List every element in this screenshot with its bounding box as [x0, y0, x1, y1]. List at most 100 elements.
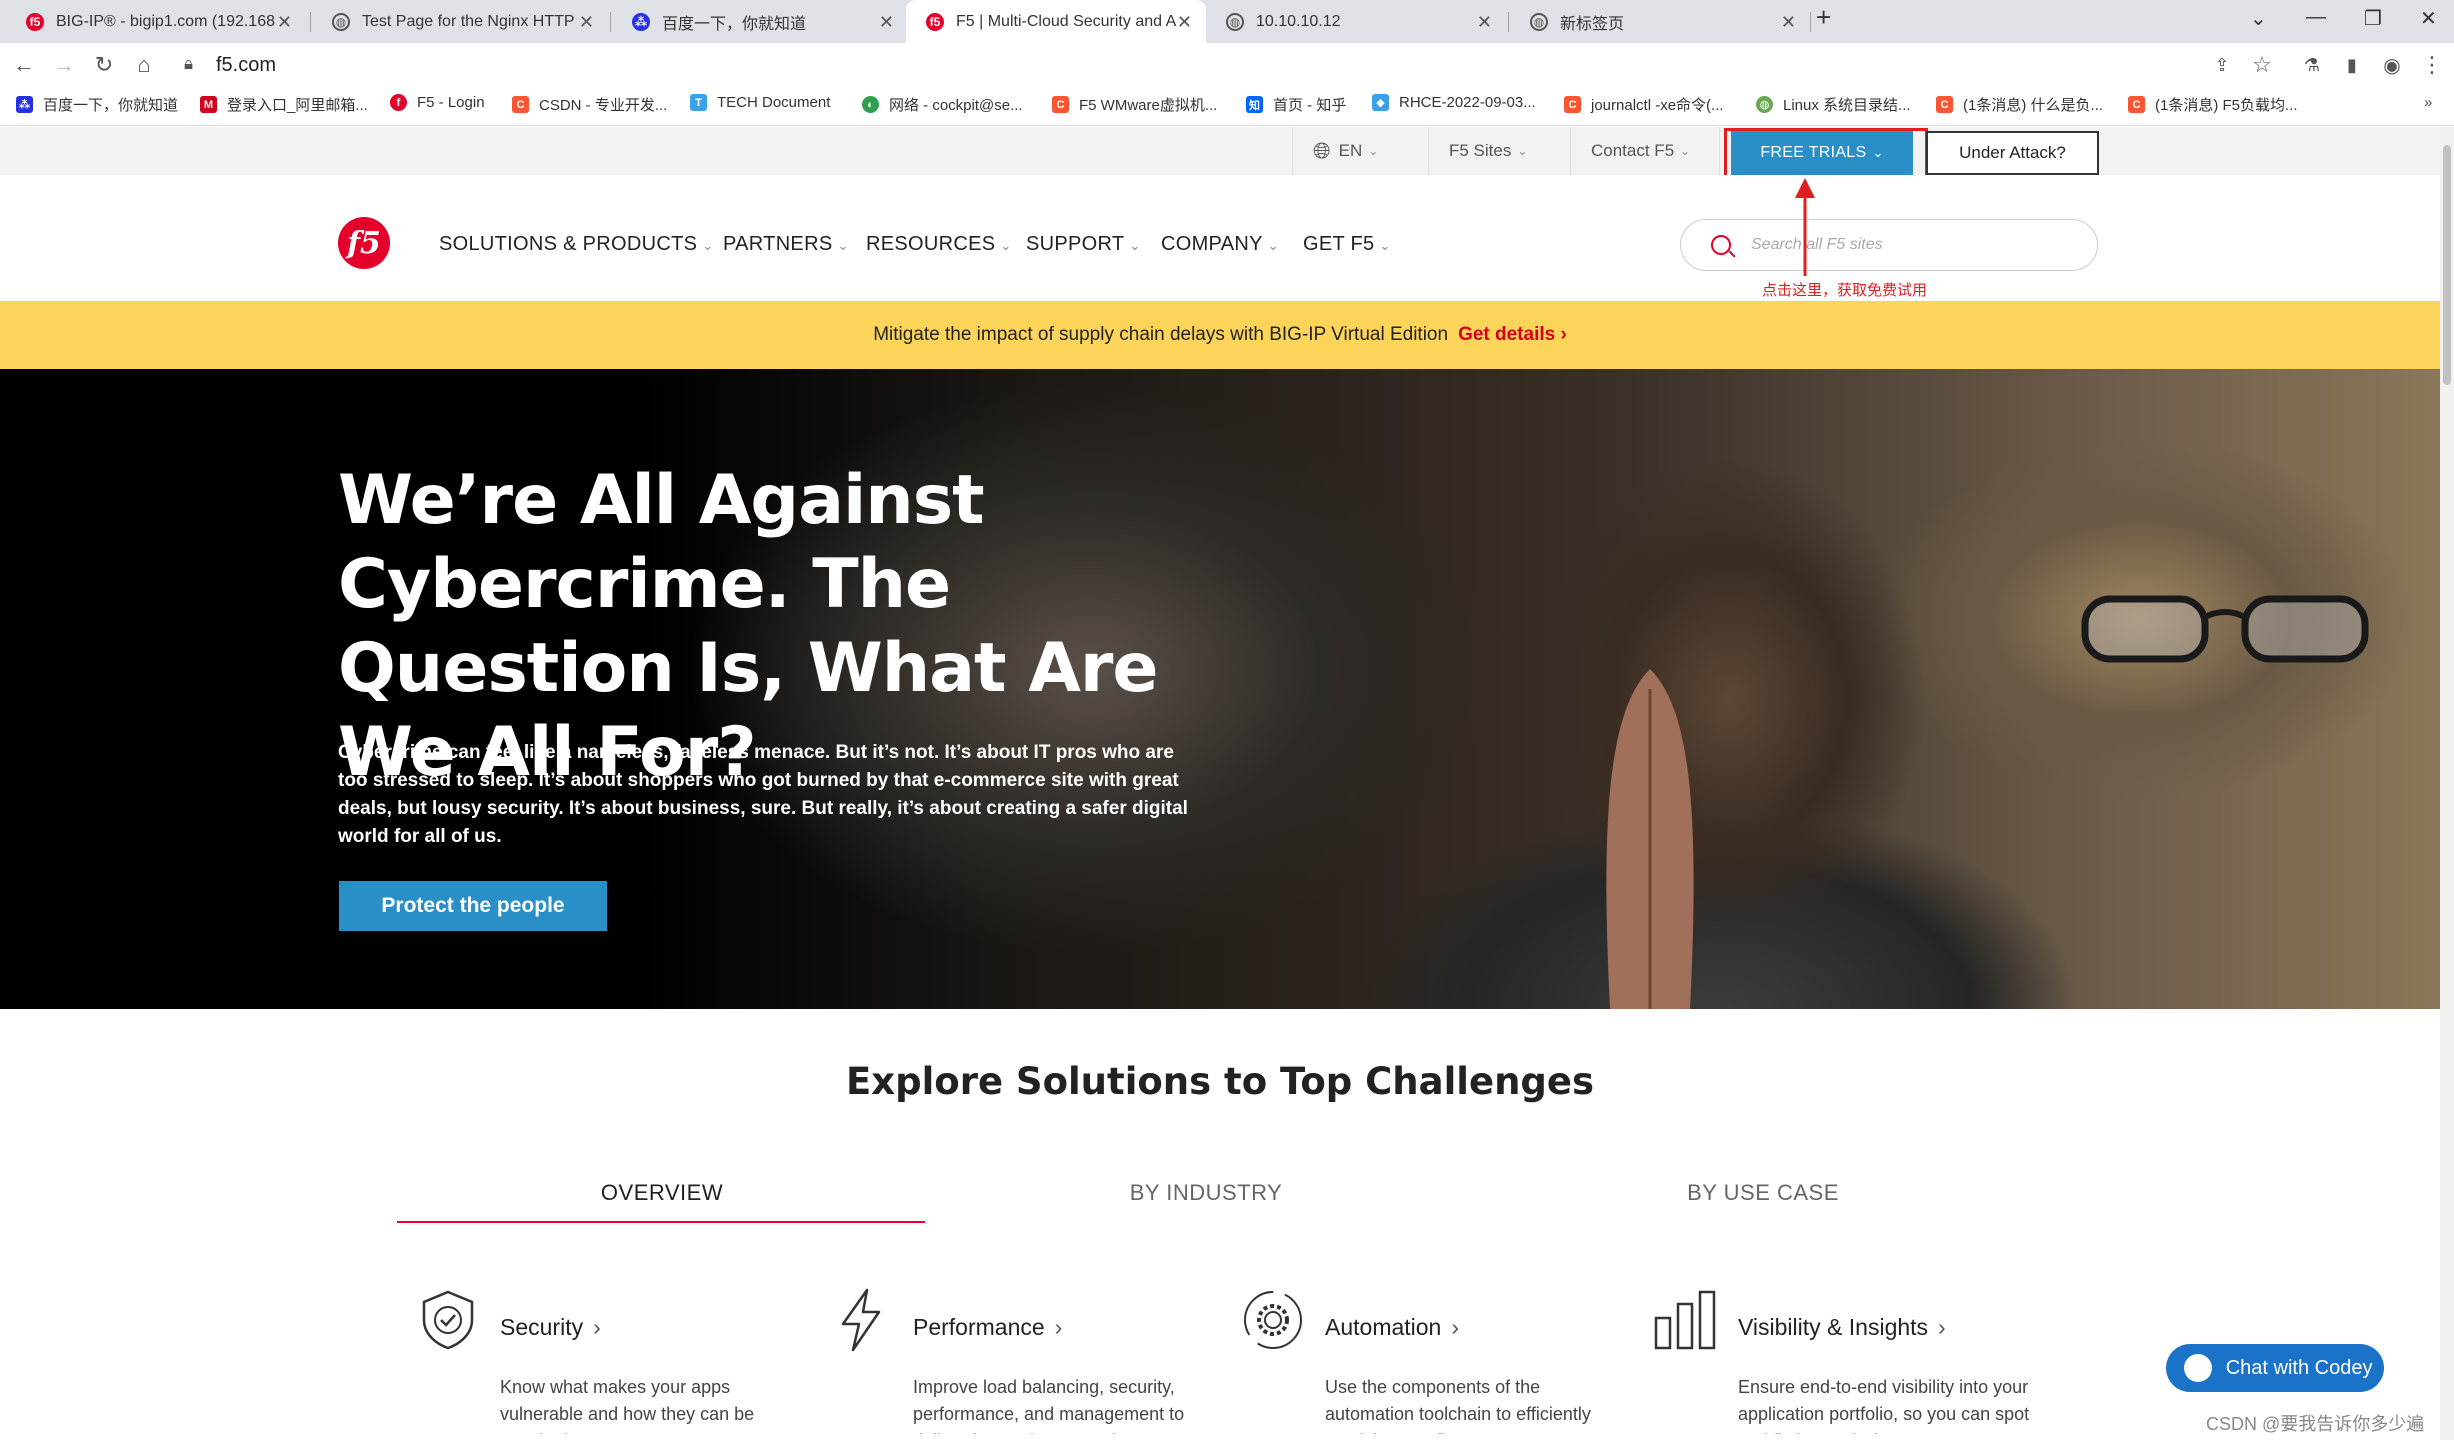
- lightning-bolt-icon: [841, 1288, 881, 1352]
- csdn-c-icon: C: [1936, 96, 1953, 113]
- f5-logo[interactable]: f5: [338, 217, 390, 269]
- nav-partners[interactable]: PARTNERS ⌄: [723, 233, 849, 256]
- browser-tab[interactable]: f5 BIG-IP® - bigip1.com (192.168 ✕: [6, 0, 306, 43]
- gear-cycle-icon: [1244, 1291, 1302, 1349]
- bookmark-item[interactable]: M 登录入口_阿里邮箱...: [200, 94, 368, 115]
- bookmark-item[interactable]: C CSDN - 专业开发...: [512, 94, 667, 115]
- f5-sites-dropdown[interactable]: F5 Sites ⌄: [1428, 127, 1570, 175]
- f5-logo-icon: f5: [926, 12, 944, 31]
- chevron-down-icon: ⌄: [1129, 238, 1141, 253]
- reload-icon[interactable]: ↻: [90, 51, 118, 79]
- globe-icon: ◍: [332, 12, 350, 31]
- bookmark-item[interactable]: C (1条消息) 什么是负...: [1936, 94, 2103, 115]
- nav-resources[interactable]: RESOURCES ⌄: [866, 233, 1012, 256]
- doc-icon: ◆: [1372, 94, 1389, 111]
- chevron-down-icon: ⌄: [1368, 144, 1379, 158]
- site-search-input[interactable]: Search all F5 sites: [1680, 219, 2098, 271]
- side-panel-icon[interactable]: ▮: [2338, 51, 2366, 79]
- bookmarks-bar: ⁂ 百度一下，你就知道 M 登录入口_阿里邮箱... f F5 - Login C CS…: [0, 86, 2454, 126]
- bookmark-item[interactable]: f F5 - Login: [390, 94, 485, 111]
- annotation-arrow-icon: [1795, 178, 1815, 276]
- address-toolbar: ← → ↻ ⌂ 🔒︎ f5.com ⇪ ☆ ⚗ ▮ ◉ ⋮: [0, 43, 2454, 86]
- contact-f5-dropdown[interactable]: Contact F5 ⌄: [1570, 127, 1720, 175]
- back-arrow-icon[interactable]: ←: [10, 51, 38, 79]
- card-description: Know what makes your apps vulnerable and…: [500, 1377, 755, 1434]
- profile-avatar-icon[interactable]: ◉: [2378, 51, 2406, 79]
- baidu-paw-icon: ⁂: [16, 96, 33, 113]
- browser-tab-active[interactable]: f5 F5 | Multi-Cloud Security and A ✕: [906, 0, 1206, 43]
- active-tab-underline: [397, 1221, 925, 1223]
- bookmark-item[interactable]: C (1条消息) F5负载均...: [2128, 94, 2298, 115]
- watermark: CSDN @要我告诉你多少遍: [2206, 1414, 2425, 1434]
- csdn-c-icon: C: [2128, 96, 2145, 113]
- shield-check-icon: [422, 1290, 474, 1350]
- window-close-icon[interactable]: ✕: [2420, 6, 2437, 31]
- tab-overview[interactable]: OVERVIEW: [397, 1180, 927, 1206]
- hero-body: Cybercrime can feel like a nameless, fac…: [338, 742, 1188, 847]
- nav-company[interactable]: COMPANY ⌄: [1161, 233, 1279, 256]
- bookmark-item[interactable]: C F5 WMware虚拟机...: [1052, 94, 1217, 115]
- bookmark-item[interactable]: ◆ RHCE-2022-09-03...: [1372, 94, 1536, 111]
- nav-solutions-products[interactable]: SOLUTIONS & PRODUCTS ⌄: [439, 233, 713, 256]
- promo-link[interactable]: Get details ›: [1458, 324, 1567, 346]
- tab-by-industry[interactable]: BY INDUSTRY: [941, 1180, 1471, 1206]
- chevron-down-icon: ⌄: [837, 238, 849, 253]
- close-tab-icon[interactable]: ✕: [879, 12, 894, 33]
- home-icon[interactable]: ⌂: [130, 51, 158, 79]
- browser-tab[interactable]: ◍ 10.10.10.12 ✕: [1206, 0, 1506, 43]
- globe-icon: ◍: [1226, 12, 1244, 31]
- nav-get-f5[interactable]: GET F5 ⌄: [1303, 233, 1391, 256]
- bookmark-item[interactable]: ⁂ 百度一下，你就知道: [16, 94, 178, 115]
- card-title: Automation ›: [1325, 1314, 1460, 1340]
- protect-the-people-button[interactable]: Protect the people: [339, 881, 607, 931]
- bookmark-item[interactable]: ◍ Linux 系统目录结...: [1756, 94, 1911, 115]
- csdn-c-icon: C: [1564, 96, 1581, 113]
- mail-m-icon: M: [200, 96, 217, 113]
- minimize-icon[interactable]: —: [2306, 6, 2326, 29]
- chat-bubble-icon: [2184, 1354, 2212, 1382]
- chevron-down-icon: ⌄: [702, 238, 714, 253]
- card-description: Use the components of the automation too…: [1325, 1377, 1591, 1434]
- close-tab-icon[interactable]: ✕: [1177, 12, 1192, 33]
- bookmarks-overflow-icon[interactable]: »: [2424, 94, 2432, 111]
- chat-widget-button[interactable]: Chat with Codey: [2166, 1344, 2384, 1392]
- browser-tab[interactable]: ◍ Test Page for the Nginx HTTP ✕: [312, 0, 608, 43]
- tech-t-icon: T: [690, 94, 707, 111]
- bookmark-item[interactable]: 知首页 - 知乎: [1246, 94, 1346, 115]
- linux-icon: ◍: [1756, 96, 1773, 113]
- share-icon[interactable]: ⇪: [2208, 51, 2236, 79]
- bookmark-item[interactable]: Cjournalctl -xe命令(...: [1564, 94, 1724, 115]
- card-description: Ensure end-to-end visibility into your a…: [1738, 1377, 2030, 1434]
- close-tab-icon[interactable]: ✕: [1477, 12, 1492, 33]
- card-title: Security ›: [500, 1314, 601, 1340]
- csdn-c-icon: C: [512, 96, 529, 113]
- browser-tab[interactable]: ◍ 新标签页 ✕: [1510, 0, 1810, 43]
- scrollbar-thumb[interactable]: [2443, 145, 2451, 385]
- bookmark-item[interactable]: ◐ 网络 - cockpit@se...: [862, 94, 1023, 115]
- glasses-illustration: [2081, 595, 2369, 663]
- menu-dots-icon[interactable]: ⋮: [2418, 51, 2446, 79]
- close-tab-icon[interactable]: ✕: [579, 12, 594, 33]
- chevron-right-icon: ›: [1054, 1314, 1063, 1340]
- bookmark-star-icon[interactable]: ☆: [2248, 51, 2276, 79]
- language-selector[interactable]: 🌐︎ EN ⌄: [1292, 127, 1428, 175]
- chevron-right-icon: ›: [593, 1314, 601, 1340]
- browser-tab[interactable]: ⁂ 百度一下，你就知道 ✕: [612, 0, 908, 43]
- tab-by-use-case[interactable]: BY USE CASE: [1498, 1180, 2028, 1206]
- globe-icon: ◍: [1530, 12, 1548, 31]
- forward-arrow-icon[interactable]: →: [50, 51, 78, 79]
- extension-flask-icon[interactable]: ⚗: [2298, 51, 2326, 79]
- url-text: f5.com: [216, 53, 277, 76]
- chevron-down-icon: ⌄: [1517, 144, 1528, 158]
- close-tab-icon[interactable]: ✕: [277, 12, 292, 33]
- bookmark-item[interactable]: T TECH Document: [690, 94, 830, 111]
- nav-support[interactable]: SUPPORT ⌄: [1026, 233, 1141, 256]
- bar-chart-icon: [1654, 1290, 1716, 1350]
- under-attack-button[interactable]: Under Attack?: [1926, 131, 2099, 175]
- new-tab-plus-icon[interactable]: +: [1816, 2, 1831, 33]
- restore-icon[interactable]: ❐: [2364, 6, 2382, 31]
- tab-search-chevron-icon[interactable]: ⌄: [2250, 6, 2267, 31]
- omnibox[interactable]: 🔒︎ f5.com: [166, 47, 2266, 83]
- close-tab-icon[interactable]: ✕: [1781, 12, 1796, 33]
- csdn-c-icon: C: [1052, 96, 1069, 113]
